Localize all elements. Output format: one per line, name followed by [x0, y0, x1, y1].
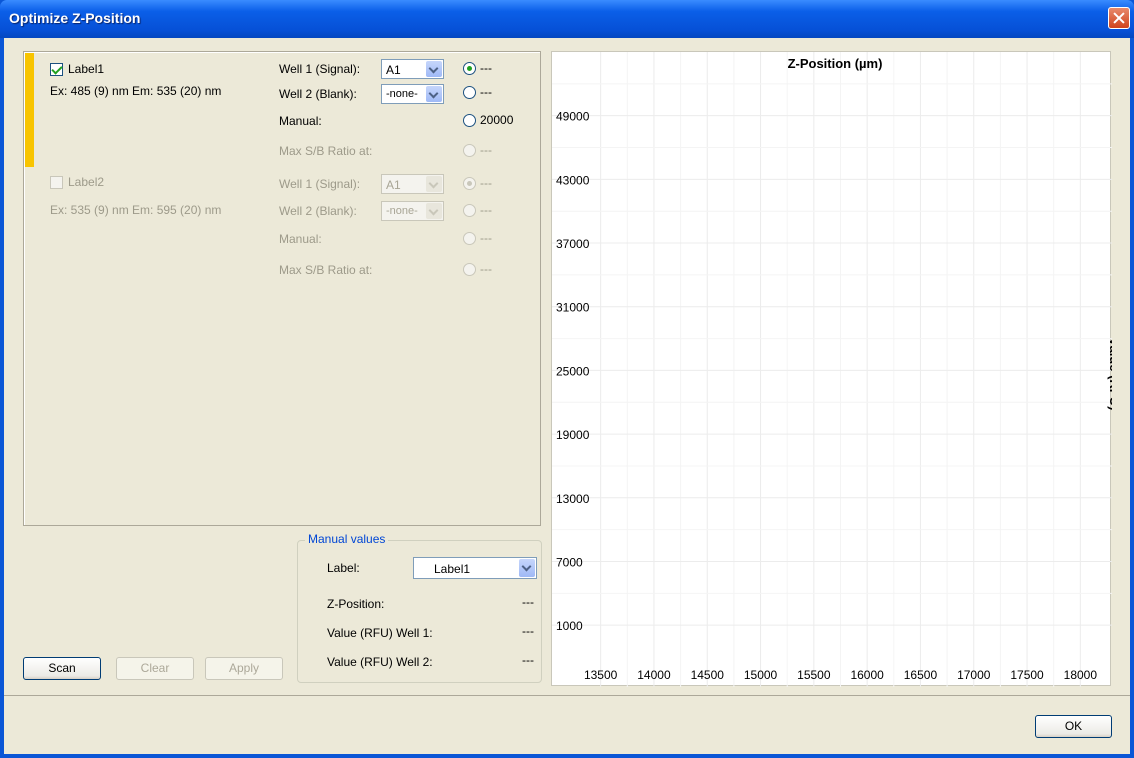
chart-title: Z-Position (µm) — [788, 56, 883, 71]
label1-well2-radio[interactable] — [463, 86, 476, 99]
manual-label-caption: Label: — [327, 561, 360, 575]
manual-zpos-value: --- — [522, 595, 534, 609]
label2-maxsb-value: --- — [480, 262, 492, 276]
y-tick-label: 43000 — [556, 173, 590, 187]
manual-rfu2-value: --- — [522, 653, 534, 667]
label1-well1-select[interactable]: A1 — [381, 59, 444, 79]
ok-button[interactable]: OK — [1035, 715, 1112, 738]
label2-well1-caption: Well 1 (Signal): — [279, 177, 361, 191]
label2-well1-radio-value: --- — [480, 176, 492, 190]
label1-manual-value: 20000 — [480, 113, 514, 127]
y-tick-label: 19000 — [556, 428, 590, 442]
labels-panel: Label1 Ex: 485 (9) nm Em: 535 (20) nm We… — [23, 51, 541, 526]
y-axis-label: Value (RFU) — [1107, 338, 1112, 411]
x-tick-label: 16500 — [904, 668, 938, 682]
label1-maxsb-radio[interactable] — [463, 144, 476, 157]
dialog-window: Optimize Z-Position Label1 Ex: 485 (9) n… — [0, 0, 1134, 758]
window-title: Optimize Z-Position — [9, 10, 141, 26]
y-tick-label: 7000 — [556, 555, 583, 569]
chevron-down-icon — [426, 86, 442, 102]
label2-maxsb-caption: Max S/B Ratio at: — [279, 263, 373, 277]
label2-manual-radio[interactable] — [463, 232, 476, 245]
label2-well2-radio[interactable] — [463, 204, 476, 217]
chevron-down-icon — [426, 203, 442, 219]
clear-button[interactable]: Clear — [116, 657, 194, 680]
manual-label-select[interactable]: Label1 — [413, 557, 537, 579]
label1-description: Ex: 485 (9) nm Em: 535 (20) nm — [50, 84, 222, 98]
footer-divider — [4, 695, 1130, 696]
y-tick-label: 49000 — [556, 110, 590, 124]
label2-well2-radio-value: --- — [480, 203, 492, 217]
label2-well2-caption: Well 2 (Blank): — [279, 204, 357, 218]
x-tick-label: 16000 — [850, 668, 884, 682]
label2-well1-select[interactable]: A1 — [381, 174, 444, 194]
label1-manual-caption: Manual: — [279, 114, 322, 128]
label1-manual-radio[interactable] — [463, 114, 476, 127]
label1-well1-caption: Well 1 (Signal): — [279, 62, 361, 76]
x-tick-label: 15500 — [797, 668, 831, 682]
x-tick-label: 14500 — [691, 668, 725, 682]
label2-checkbox[interactable] — [50, 176, 63, 189]
y-tick-label: 37000 — [556, 237, 590, 251]
label1-maxsb-value: --- — [480, 143, 492, 157]
close-button[interactable] — [1108, 7, 1130, 29]
label1-name: Label1 — [68, 62, 105, 76]
x-tick-label: 17500 — [1010, 668, 1044, 682]
chevron-down-icon — [426, 176, 442, 192]
label1-checkbox[interactable] — [50, 63, 63, 76]
y-tick-label: 13000 — [556, 492, 590, 506]
x-tick-label: 13500 — [584, 668, 618, 682]
x-tick-label: 18000 — [1064, 668, 1098, 682]
label2-description: Ex: 535 (9) nm Em: 595 (20) nm — [50, 203, 222, 217]
label2-well1-radio[interactable] — [463, 177, 476, 190]
manual-rfu1-value: --- — [522, 624, 534, 638]
manual-values-title: Manual values — [305, 532, 389, 546]
label1-well2-select[interactable]: -none- — [381, 84, 444, 104]
scan-button[interactable]: Scan — [23, 657, 101, 680]
y-tick-label: 31000 — [556, 301, 590, 315]
manual-rfu1-caption: Value (RFU) Well 1: — [327, 626, 433, 640]
chevron-down-icon — [426, 61, 442, 77]
label2-manual-caption: Manual: — [279, 232, 322, 246]
zposition-chart: 49000 43000 37000 31000 25000 19000 13000 7000 1… — [551, 51, 1112, 687]
x-tick-label: 15000 — [744, 668, 778, 682]
chevron-down-icon — [519, 559, 535, 577]
x-tick-label: 14000 — [637, 668, 671, 682]
label1-well2-radio-value: --- — [480, 85, 492, 99]
chart-canvas: 49000 43000 37000 31000 25000 19000 13000 7000 1… — [552, 52, 1112, 687]
label1-well2-caption: Well 2 (Blank): — [279, 87, 357, 101]
y-tick-label: 1000 — [556, 619, 583, 633]
manual-rfu2-caption: Value (RFU) Well 2: — [327, 655, 433, 669]
label1-maxsb-caption: Max S/B Ratio at: — [279, 144, 373, 158]
label1-well1-radio-value: --- — [480, 61, 492, 75]
label2-maxsb-radio[interactable] — [463, 263, 476, 276]
dialog-client-area: Label1 Ex: 485 (9) nm Em: 535 (20) nm We… — [4, 38, 1130, 754]
label2-manual-value: --- — [480, 231, 492, 245]
x-tick-label: 17000 — [957, 668, 991, 682]
title-bar[interactable]: Optimize Z-Position — [0, 0, 1134, 38]
selected-label-indicator — [25, 53, 34, 167]
manual-zpos-caption: Z-Position: — [327, 597, 385, 611]
y-tick-label: 25000 — [556, 364, 590, 378]
label1-well1-radio[interactable] — [463, 62, 476, 75]
label2-name: Label2 — [68, 175, 105, 189]
label2-well2-select[interactable]: -none- — [381, 201, 444, 221]
apply-button[interactable]: Apply — [205, 657, 283, 680]
